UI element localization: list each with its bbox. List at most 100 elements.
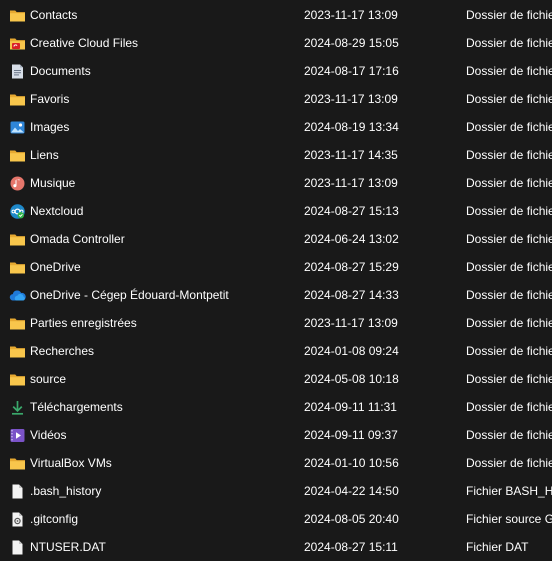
file-row[interactable]: OneDrive - Cégep Édouard-Montpetit 2024-0… [0, 281, 552, 309]
file-name: Images [30, 120, 70, 134]
file-type: Dossier de fichiers [466, 64, 552, 78]
file-list: Contacts 2023-11-17 13:09 Dossier de fichi… [0, 0, 552, 559]
file-row[interactable]: Nextcloud 2024-08-27 15:13 Dossier de fich… [0, 197, 552, 225]
file-date-modified: 2024-09-11 11:31 [304, 400, 397, 414]
file-name: source [30, 372, 67, 386]
file-date-modified: 2023-11-17 13:09 [304, 8, 398, 22]
file-date-modified: 2024-08-17 17:16 [304, 64, 399, 78]
download-icon [9, 399, 26, 416]
file-type: Dossier de fichiers [466, 344, 552, 358]
file-name: Recherches [30, 344, 95, 358]
file-name: .bash_history [30, 484, 102, 498]
file-row[interactable]: Documents 2024-08-17 17:16 Dossier de fich… [0, 57, 552, 85]
file-type: Dossier de fichiers [466, 316, 552, 330]
file-name: Vidéos [30, 428, 67, 442]
images-icon [9, 119, 26, 136]
file-name: Parties enregistrées [30, 316, 137, 330]
file-icon [9, 483, 26, 500]
file-type: Dossier de fichiers [466, 120, 552, 134]
file-name: Favoris [30, 92, 70, 106]
file-type: Dossier de fichiers [466, 400, 552, 414]
file-row[interactable]: source 2024-05-08 10:18 Dossier de fichier… [0, 365, 552, 393]
file-date-modified: 2024-04-22 14:50 [304, 484, 399, 498]
file-type: Dossier de fichiers [466, 148, 552, 162]
file-name: Omada Controller [30, 232, 125, 246]
file-name: OneDrive [30, 260, 81, 274]
file-row[interactable]: NTUSER.DAT 2024-08-27 15:11 Fichier DAT [0, 533, 552, 561]
file-name: OneDrive - Cégep Édouard-Montpetit [30, 288, 229, 302]
documents-icon [9, 63, 26, 80]
file-type: Fichier source Git [466, 512, 552, 526]
file-name: VirtualBox VMs [30, 456, 112, 470]
file-row[interactable]: Vidéos 2024-09-11 09:37 Dossier de fichier… [0, 421, 552, 449]
folder-icon [9, 343, 26, 360]
creative-cloud-folder-icon [9, 35, 26, 52]
file-date-modified: 2024-08-27 15:13 [304, 204, 399, 218]
file-date-modified: 2024-09-11 09:37 [304, 428, 398, 442]
file-date-modified: 2024-08-27 15:29 [304, 260, 399, 274]
file-type: Dossier de fichiers [466, 36, 552, 50]
file-row[interactable]: Recherches 2024-01-08 09:24 Dossier de fic… [0, 337, 552, 365]
file-date-modified: 2023-11-17 13:09 [304, 92, 398, 106]
music-icon [9, 175, 26, 192]
file-row[interactable]: Contacts 2023-11-17 13:09 Dossier de fichi… [0, 1, 552, 29]
file-name: Nextcloud [30, 204, 84, 218]
file-date-modified: 2023-11-17 13:09 [304, 176, 398, 190]
file-type: Dossier de fichiers [466, 232, 552, 246]
file-name: Liens [30, 148, 59, 162]
file-row[interactable]: .gitconfig 2024-08-05 20:40 Fichier source… [0, 505, 552, 533]
file-date-modified: 2024-08-05 20:40 [304, 512, 399, 526]
nextcloud-icon [9, 203, 26, 220]
file-name: Documents [30, 64, 91, 78]
file-name: Musique [30, 176, 76, 190]
file-type: Dossier de fichiers [466, 176, 552, 190]
video-icon [9, 427, 26, 444]
file-name: NTUSER.DAT [30, 540, 106, 554]
file-row[interactable]: Images 2024-08-19 13:34 Dossier de fichier… [0, 113, 552, 141]
file-row[interactable]: .bash_history 2024-04-22 14:50 Fichier BAS… [0, 477, 552, 505]
file-type: Dossier de fichiers [466, 456, 552, 470]
folder-icon [9, 91, 26, 108]
file-date-modified: 2024-08-27 15:11 [304, 540, 398, 554]
file-date-modified: 2023-11-17 13:09 [304, 316, 398, 330]
folder-icon [9, 147, 26, 164]
file-type: Dossier de fichiers [466, 372, 552, 386]
file-row[interactable]: Creative Cloud Files 2024-08-29 15:05 Doss… [0, 29, 552, 57]
file-date-modified: 2024-08-19 13:34 [304, 120, 399, 134]
file-type: Dossier de fichiers [466, 204, 552, 218]
file-row[interactable]: VirtualBox VMs 2024-01-10 10:56 Dossier de… [0, 449, 552, 477]
config-file-icon [9, 511, 26, 528]
file-row[interactable]: Liens 2023-11-17 14:35 Dossier de fichiers [0, 141, 552, 169]
folder-icon [9, 371, 26, 388]
file-row[interactable]: Omada Controller 2024-06-24 13:02 Dossier … [0, 225, 552, 253]
file-name: Téléchargements [30, 400, 123, 414]
file-row[interactable]: Favoris 2023-11-17 13:09 Dossier de fichie… [0, 85, 552, 113]
file-type: Fichier DAT [466, 540, 529, 554]
file-row[interactable]: Téléchargements 2024-09-11 11:31 Dossier d… [0, 393, 552, 421]
file-icon [9, 539, 26, 556]
file-name: Creative Cloud Files [30, 36, 139, 50]
folder-icon [9, 455, 26, 472]
file-type: Dossier de fichiers [466, 260, 552, 274]
file-row[interactable]: Musique 2023-11-17 13:09 Dossier de fichie… [0, 169, 552, 197]
folder-icon [9, 231, 26, 248]
folder-icon [9, 259, 26, 276]
folder-icon [9, 7, 26, 24]
file-type: Dossier de fichiers [466, 8, 552, 22]
file-date-modified: 2024-06-24 13:02 [304, 232, 399, 246]
file-type: Dossier de fichiers [466, 92, 552, 106]
file-date-modified: 2024-08-29 15:05 [304, 36, 399, 50]
file-row[interactable]: Parties enregistrées 2023-11-17 13:09 Doss… [0, 309, 552, 337]
file-date-modified: 2024-08-27 14:33 [304, 288, 399, 302]
folder-icon [9, 315, 26, 332]
onedrive-cloud-icon [9, 287, 26, 304]
file-date-modified: 2024-01-10 10:56 [304, 456, 399, 470]
file-date-modified: 2024-01-08 09:24 [304, 344, 399, 358]
file-row[interactable]: OneDrive 2024-08-27 15:29 Dossier de fichi… [0, 253, 552, 281]
file-type: Fichier BASH_HISTORY [466, 484, 552, 498]
file-type: Dossier de fichiers [466, 428, 552, 442]
file-name: .gitconfig [30, 512, 79, 526]
file-date-modified: 2023-11-17 14:35 [304, 148, 398, 162]
file-date-modified: 2024-05-08 10:18 [304, 372, 399, 386]
file-name: Contacts [30, 8, 78, 22]
